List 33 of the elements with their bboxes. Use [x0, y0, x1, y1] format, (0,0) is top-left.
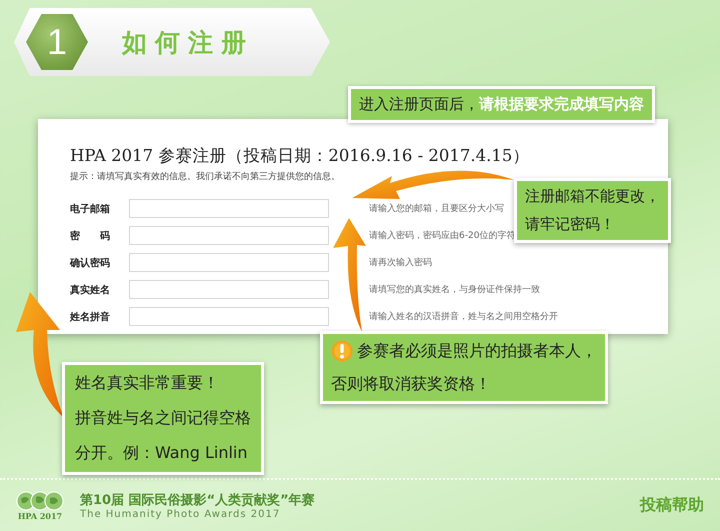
field-hint: 请再次输入密码: [369, 256, 433, 269]
logo-text: HPA 2017: [18, 510, 62, 520]
input-field[interactable]: [129, 253, 329, 272]
step-number: 1: [46, 21, 68, 63]
input-field[interactable]: [129, 280, 329, 299]
footer-title: 第10届 国际民俗摄影“人类贡献奖”年赛: [80, 492, 316, 509]
globe-logo-icon: [16, 490, 64, 510]
form-title: HPA 2017 参赛注册（投稿日期：2016.9.16 - 2017.4.15）: [70, 145, 530, 167]
callout-text: 参赛者必须是照片的拍摄者本人，: [357, 340, 597, 362]
field-label: 真实姓名: [70, 283, 111, 296]
callout-text: 拼音姓与名之间记得空格: [75, 408, 251, 429]
section-title: 投稿帮助: [640, 495, 704, 516]
field-hint: 请填写您的真实姓名，与身份证件保持一致: [369, 284, 541, 296]
callout-text: 注册邮箱不能更改，: [525, 187, 660, 206]
page-title: 如何注册: [122, 26, 254, 58]
footer-subtitle: The Humanity Photo Awards 2017: [80, 509, 282, 520]
field-hint: 请输入您的邮箱，且要区分大小写: [369, 202, 505, 215]
warning-icon: [331, 340, 353, 362]
field-label: 姓名拼音: [70, 310, 111, 324]
input-field[interactable]: [129, 199, 329, 218]
field-hint: 请输入姓名的汉语拼音，姓与名之间用空格分开: [369, 310, 559, 323]
input-field[interactable]: [129, 226, 329, 245]
input-field[interactable]: [129, 307, 329, 326]
intro-callout: 进入注册页面后，请根据要求完成填写内容: [348, 86, 655, 123]
callout-text: 姓名真实非常重要！: [75, 373, 220, 394]
field-hint: 请输入密码，密码应由6-20位的字符: [369, 230, 516, 242]
callout-text: 分开。例：Wang Linlin: [75, 443, 249, 464]
callout-text: 否则将取消获奖资格！: [331, 374, 492, 395]
field-label: 电子邮箱: [70, 202, 111, 216]
callout-text: 请牢记密码！: [525, 215, 616, 234]
form-notice: 提示：请填写真实有效的信息。我们承诺不向第三方提供您的信息。: [70, 170, 341, 183]
field-label: 密 码: [70, 230, 111, 242]
field-label: 确认密码: [70, 256, 111, 270]
